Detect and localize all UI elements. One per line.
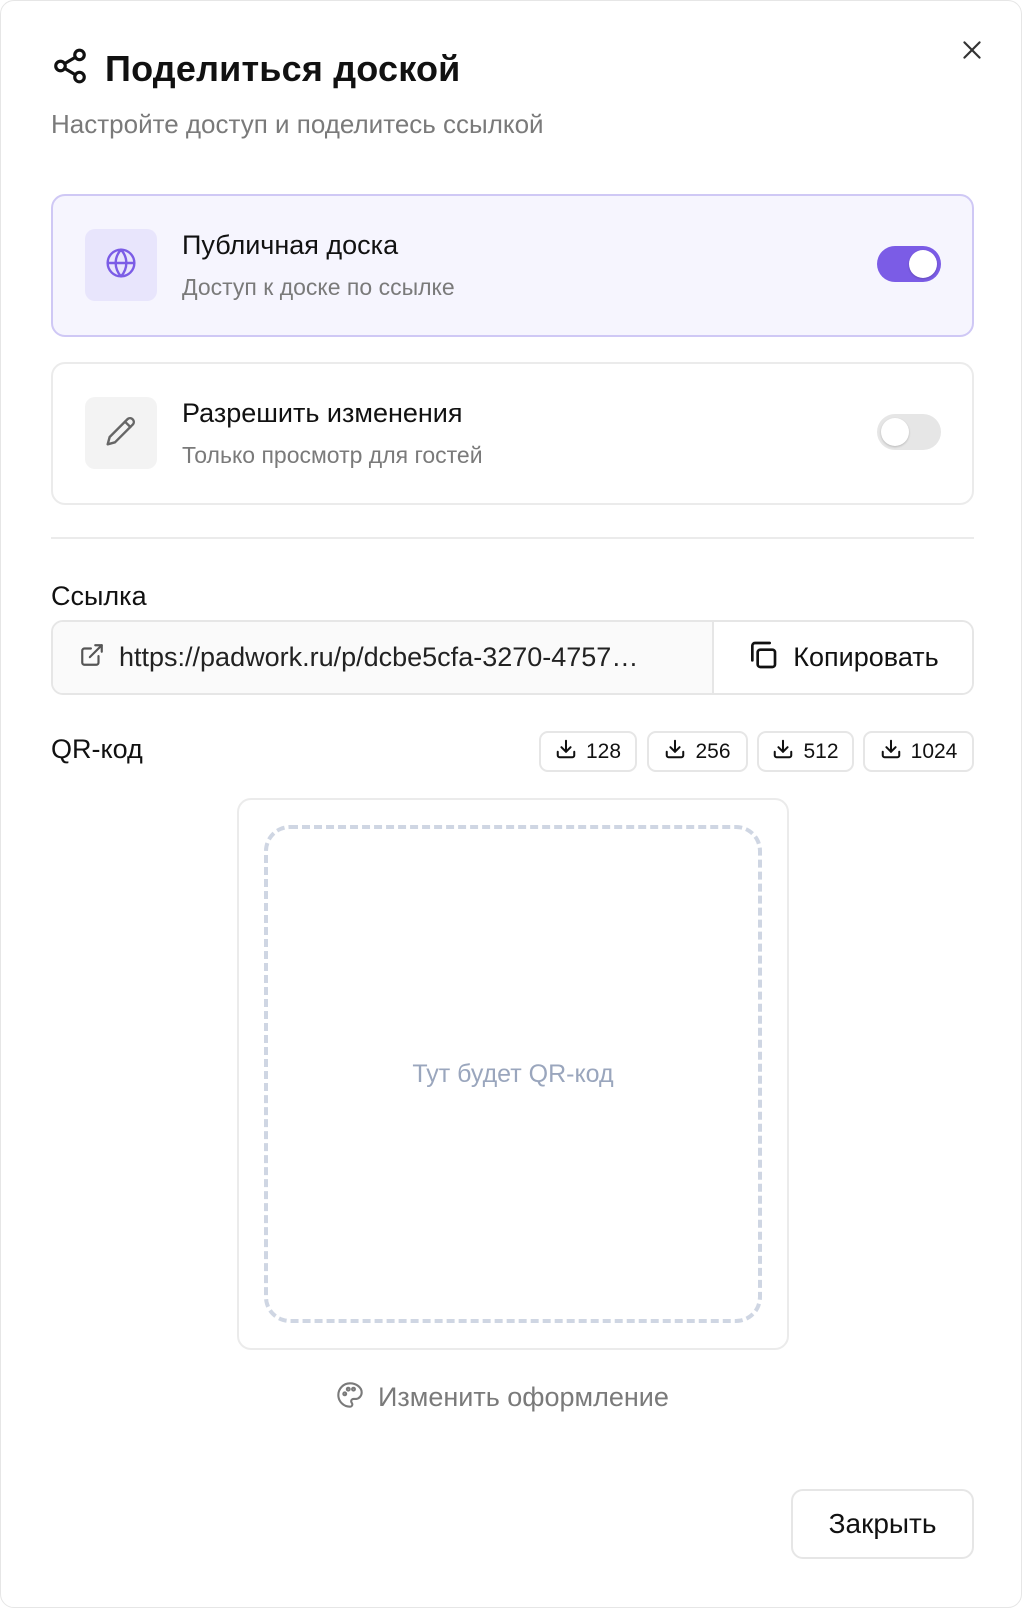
- toggle-knob: [909, 250, 937, 278]
- copy-icon: [747, 639, 779, 676]
- download-size-label: 256: [695, 739, 731, 763]
- copy-button-label: Копировать: [793, 642, 939, 672]
- option-allow-edits[interactable]: Разрешить изменения Только просмотр для …: [51, 362, 974, 505]
- download-qr-128-button[interactable]: 128: [539, 731, 637, 772]
- download-icon: [664, 738, 686, 766]
- option-description: Только просмотр для гостей: [182, 442, 483, 468]
- qr-placeholder-text: Тут будет QR-код: [412, 1059, 614, 1088]
- share-link-field[interactable]: https://padwork.ru/p/dcbe5cfa-3270-4757…: [53, 622, 712, 693]
- download-icon: [772, 738, 794, 766]
- link-row: https://padwork.ru/p/dcbe5cfa-3270-4757……: [51, 620, 974, 695]
- option-public-board[interactable]: Публичная доска Доступ к доске по ссылке: [51, 194, 974, 337]
- qr-section-label: QR-код: [51, 734, 143, 764]
- copy-link-button[interactable]: Копировать: [712, 622, 972, 693]
- customize-label: Изменить оформление: [378, 1382, 669, 1412]
- share-dialog: Поделиться доской Настройте доступ и под…: [0, 0, 1022, 1608]
- dialog-subtitle: Настройте доступ и поделитесь ссылкой: [51, 109, 544, 139]
- option-description: Доступ к доске по ссылке: [182, 274, 455, 300]
- dialog-header: Поделиться доской: [51, 47, 461, 90]
- globe-icon: [105, 247, 137, 284]
- share-link-url: https://padwork.ru/p/dcbe5cfa-3270-4757…: [119, 642, 639, 672]
- external-link-icon: [79, 642, 105, 673]
- close-button[interactable]: Закрыть: [791, 1489, 974, 1559]
- pencil-icon: [105, 415, 137, 452]
- toggle-knob: [881, 418, 909, 446]
- qr-placeholder-area: Тут будет QR-код: [264, 825, 762, 1323]
- qr-preview-frame: Тут будет QR-код: [237, 798, 789, 1350]
- link-section-label: Ссылка: [51, 581, 147, 611]
- dialog-title: Поделиться доской: [105, 47, 461, 89]
- download-size-label: 512: [803, 739, 839, 763]
- option-title: Разрешить изменения: [182, 398, 463, 428]
- download-qr-512-button[interactable]: 512: [757, 731, 854, 772]
- download-icon: [880, 738, 902, 766]
- palette-icon: [336, 1381, 364, 1414]
- public-board-toggle[interactable]: [877, 246, 941, 282]
- section-divider: [51, 537, 974, 539]
- close-icon[interactable]: [956, 34, 988, 66]
- option-icon-box: [85, 397, 157, 469]
- download-size-label: 128: [585, 739, 622, 763]
- share-icon: [51, 47, 89, 90]
- option-icon-box: [85, 229, 157, 301]
- allow-edits-toggle[interactable]: [877, 414, 941, 450]
- download-icon: [555, 738, 577, 766]
- customize-qr-button[interactable]: Изменить оформление: [336, 1381, 669, 1414]
- download-qr-256-button[interactable]: 256: [647, 731, 748, 772]
- download-size-label: 1024: [910, 739, 958, 763]
- option-title: Публичная доска: [182, 230, 399, 260]
- download-qr-1024-button[interactable]: 1024: [863, 731, 974, 772]
